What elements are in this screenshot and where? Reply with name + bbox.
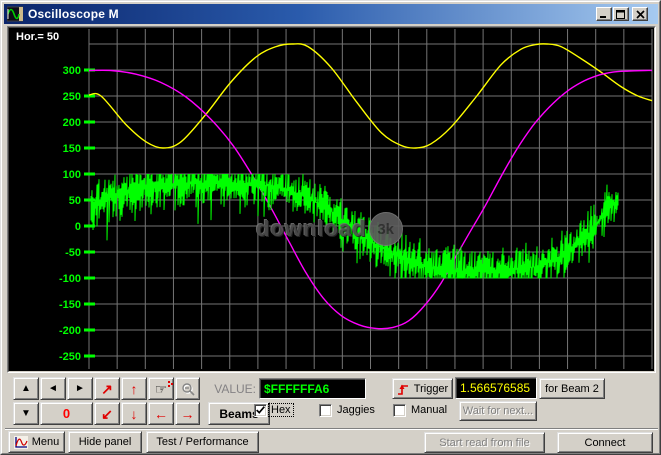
watermark-badge: 3k — [369, 212, 403, 246]
footer-divider — [5, 428, 658, 430]
checkmark-icon — [255, 405, 266, 416]
y-axis-label: 200 — [63, 117, 81, 129]
up-triangle-icon: ▲ — [21, 384, 31, 394]
y-axis-label: -200 — [59, 325, 81, 337]
zoom-out-button[interactable] — [175, 377, 200, 400]
nudge-up-button[interactable]: ▲ — [13, 377, 39, 400]
connect-button[interactable]: Connect — [557, 432, 653, 453]
zoom-out-icon — [181, 382, 195, 396]
y-axis-tick — [84, 251, 95, 254]
y-axis-label: -150 — [59, 299, 81, 311]
app-window: Oscilloscope M Hor.= 50 300 250 200 150 100 5… — [0, 0, 661, 455]
trigger-button-label: Trigger — [414, 383, 448, 395]
y-axis-tick — [84, 147, 95, 150]
down-triangle-icon: ▼ — [21, 409, 31, 419]
y-axis-label: 100 — [63, 169, 81, 181]
test-performance-button[interactable]: Test / Performance — [146, 431, 259, 453]
y-axis-label: -50 — [65, 247, 81, 259]
pointing-hand-icon: ☞ — [155, 382, 168, 396]
scope-panel: Hor.= 50 300 250 200 150 100 50 0 -50 -100 -150 -2… — [7, 26, 656, 373]
y-axis-label: -100 — [59, 273, 81, 285]
manual-checkbox-label[interactable]: Manual — [409, 404, 449, 416]
trigger-value-field[interactable]: 1.566576585 — [455, 377, 537, 399]
y-axis-tick — [84, 121, 95, 124]
hex-checkbox[interactable] — [254, 404, 267, 417]
minimize-button[interactable] — [596, 7, 612, 21]
y-axis-label: 50 — [69, 195, 81, 207]
y-axis-label: 250 — [63, 91, 81, 103]
arrow-up-icon: ↑ — [131, 382, 138, 396]
nudge-right-button[interactable]: ► — [67, 377, 93, 400]
watermark-text: download — [256, 216, 367, 242]
y-axis-tick — [84, 329, 95, 332]
move-down-button[interactable]: ↓ — [121, 402, 147, 425]
menu-button[interactable]: Menu — [8, 431, 65, 453]
horizontal-scale-label: Hor.= 50 — [13, 31, 62, 43]
y-axis-label: -250 — [59, 351, 81, 363]
close-button[interactable] — [632, 7, 648, 21]
app-icon — [7, 6, 23, 22]
y-axis-label: 150 — [63, 143, 81, 155]
trigger-edge-icon — [397, 382, 409, 396]
hint-dots-icon — [168, 381, 170, 383]
y-axis-label: 300 — [63, 65, 81, 77]
counter-value: 0 — [63, 406, 70, 421]
y-axis-tick — [84, 303, 95, 306]
maximize-button[interactable] — [613, 7, 629, 21]
menu-button-label: Menu — [32, 436, 60, 448]
trigger-button[interactable]: Trigger — [392, 378, 453, 399]
move-right-button[interactable]: → — [175, 402, 200, 425]
for-beam-2-button[interactable]: for Beam 2 — [539, 378, 605, 399]
window-title: Oscilloscope M — [28, 7, 119, 21]
arrow-left-icon: ← — [154, 407, 168, 421]
hex-checkbox-label[interactable]: Hex — [269, 404, 293, 416]
arrow-down-icon: ↓ — [131, 407, 138, 421]
hide-panel-button[interactable]: Hide panel — [68, 431, 142, 453]
manual-checkbox[interactable] — [393, 404, 406, 417]
jaggies-checkbox-label[interactable]: Jaggies — [335, 404, 377, 416]
move-up-button[interactable]: ↑ — [121, 377, 147, 400]
value-field[interactable]: $FFFFFFA6 — [259, 378, 366, 399]
y-axis-tick — [84, 173, 95, 176]
start-read-from-file-button[interactable]: Start read from file — [424, 432, 545, 453]
arrow-ne-icon: ↗ — [101, 382, 113, 396]
watermark: download 3k — [256, 212, 403, 246]
counter-display[interactable]: 0 — [40, 402, 93, 425]
arrow-sw-icon: ↙ — [101, 407, 113, 421]
jaggies-checkbox[interactable] — [319, 404, 332, 417]
arrow-right-icon: → — [181, 407, 195, 421]
y-axis-label: 0 — [75, 221, 81, 233]
move-up-right-button[interactable]: ↗ — [94, 377, 120, 400]
wait-for-next-button[interactable]: Wait for next... — [459, 401, 537, 421]
close-icon — [636, 10, 645, 19]
right-triangle-icon: ► — [75, 384, 85, 394]
maximize-icon — [616, 10, 626, 19]
scope-plot: 300 250 200 150 100 50 0 -50 -100 -150 -200 -250 — [9, 28, 654, 371]
move-down-left-button[interactable]: ↙ — [94, 402, 120, 425]
hint-button[interactable]: ☞ — [148, 377, 174, 400]
move-left-button[interactable]: ← — [148, 402, 174, 425]
nudge-left-button[interactable]: ◄ — [40, 377, 66, 400]
titlebar[interactable]: Oscilloscope M — [4, 4, 658, 24]
value-label: VALUE: — [205, 382, 256, 396]
menu-graph-icon — [14, 436, 28, 449]
nudge-down-button[interactable]: ▼ — [13, 402, 39, 425]
scope-display: Hor.= 50 300 250 200 150 100 50 0 -50 -100 -150 -2… — [8, 27, 655, 372]
y-axis-tick — [84, 277, 95, 280]
minimize-icon — [599, 10, 609, 19]
y-axis-tick — [84, 355, 95, 358]
left-triangle-icon: ◄ — [48, 384, 58, 394]
